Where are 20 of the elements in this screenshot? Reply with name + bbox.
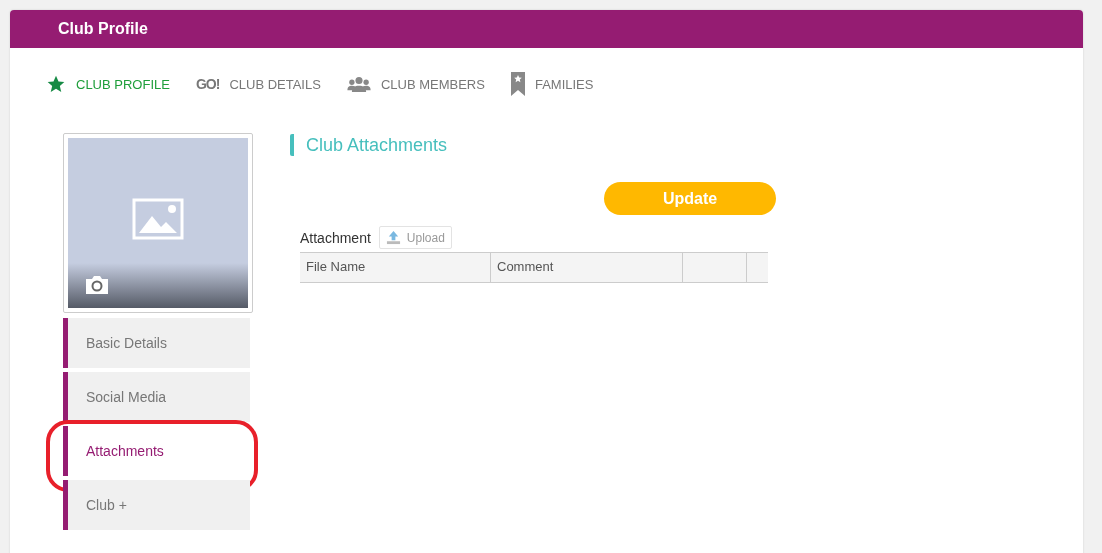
header-title: Club Profile: [58, 20, 148, 38]
people-icon: [346, 76, 371, 92]
sidebar-item[interactable]: Club +: [63, 480, 250, 530]
column-header[interactable]: File Name: [300, 253, 491, 282]
tab[interactable]: CLUB MEMBERS: [346, 76, 485, 92]
logo-icon: GO!: [195, 76, 220, 92]
column-header[interactable]: Comment: [491, 253, 683, 282]
tab[interactable]: GO! CLUB DETAILS: [195, 76, 321, 92]
attachment-label: Attachment: [300, 229, 371, 246]
upload-button[interactable]: Upload: [378, 226, 452, 249]
image-icon: [132, 198, 184, 240]
star-icon: [46, 74, 66, 94]
tab[interactable]: FAMILIES: [510, 72, 594, 96]
bookmark-icon: [510, 72, 525, 96]
sidebar-item[interactable]: Social Media: [63, 372, 250, 422]
tab[interactable]: CLUB PROFILE: [46, 74, 170, 94]
section-title: Club Attachments: [290, 134, 770, 156]
upload-icon: [385, 230, 401, 245]
camera-icon[interactable]: [84, 274, 110, 296]
sidebar-item[interactable]: Basic Details: [63, 318, 250, 368]
